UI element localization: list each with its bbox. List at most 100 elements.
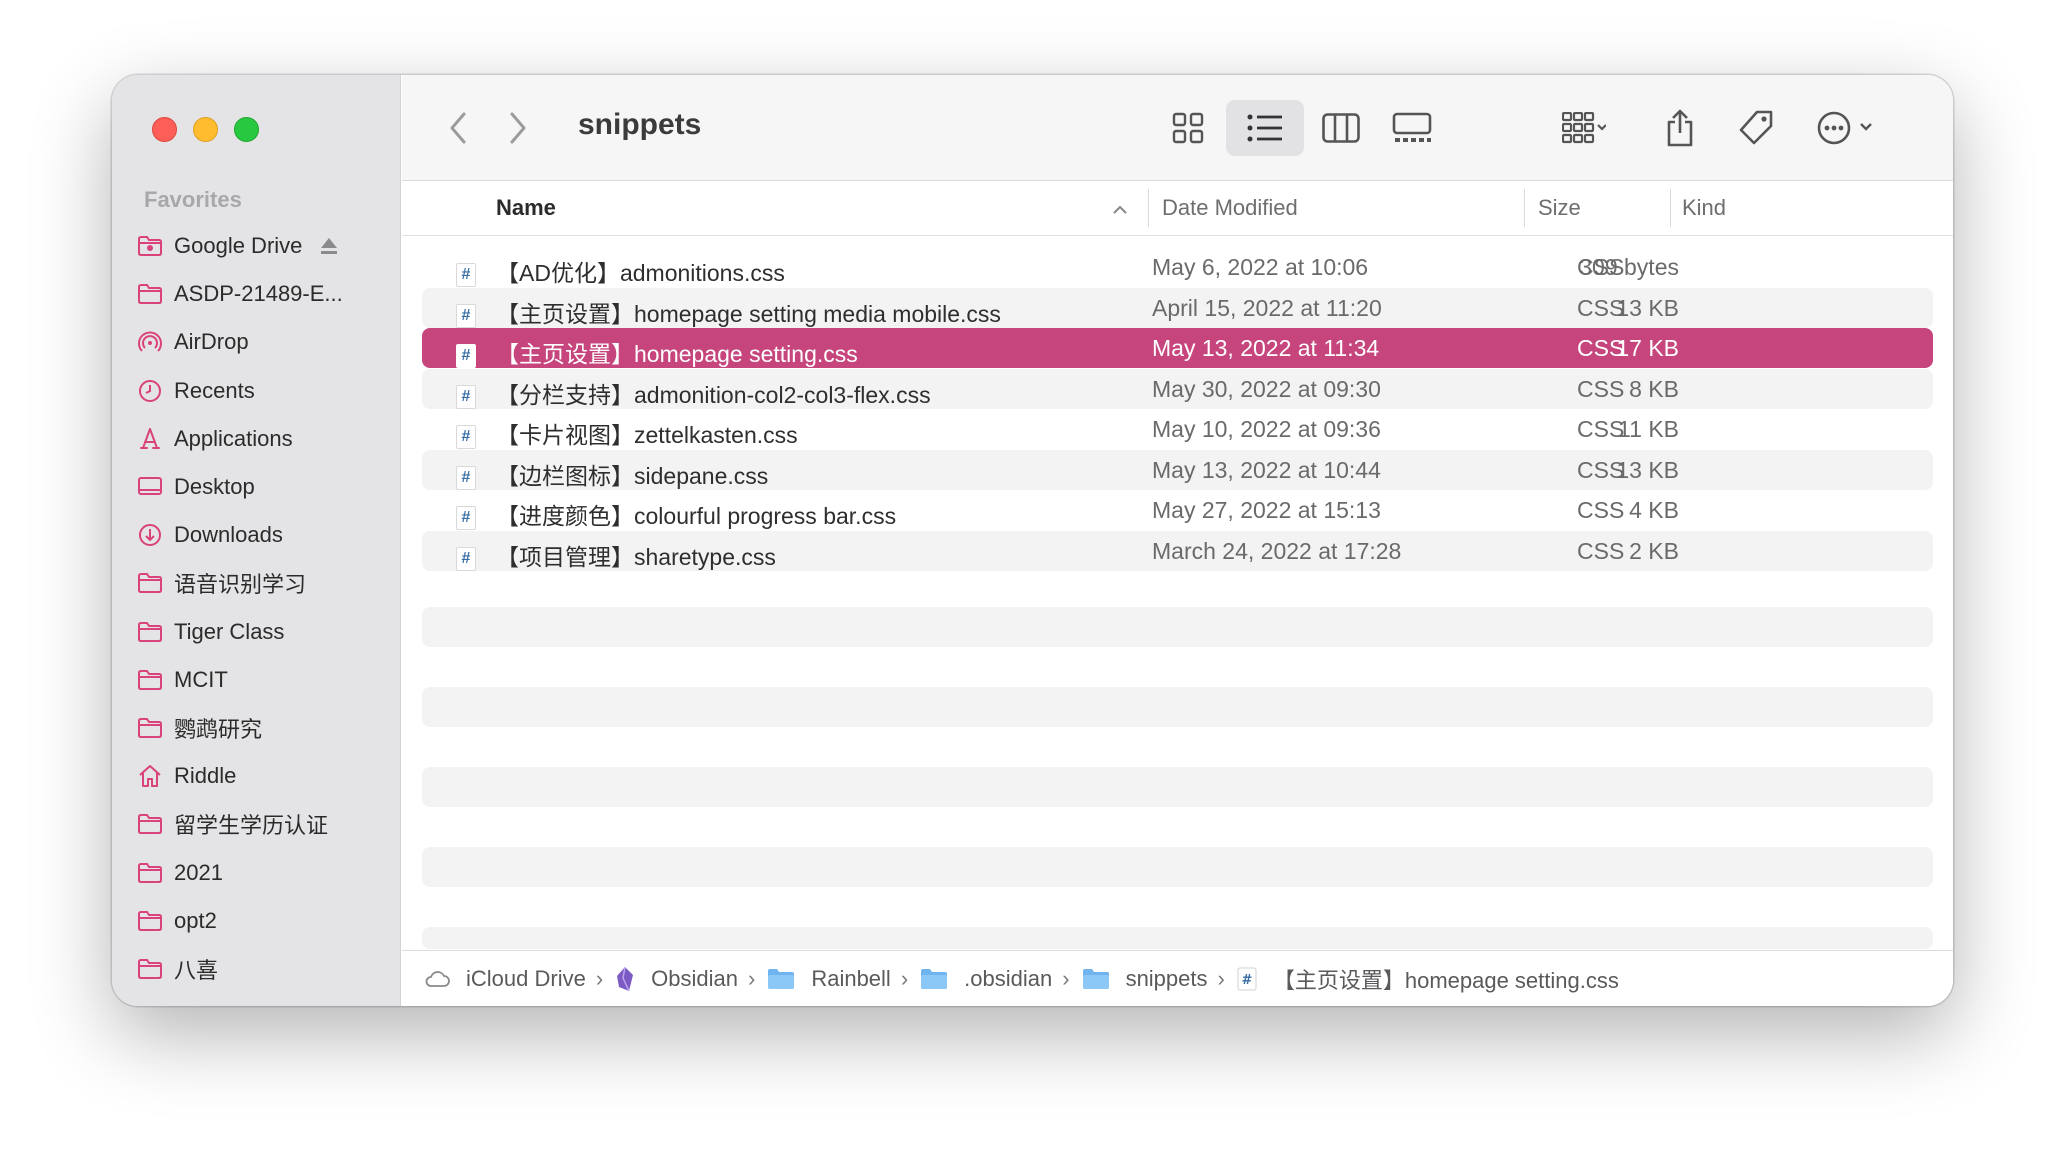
sidebar-item[interactable]: 2021 bbox=[136, 848, 386, 896]
sidebar-item[interactable]: Google Drive bbox=[136, 222, 386, 270]
css-file-icon: # bbox=[456, 499, 478, 530]
file-icon-glyph: # bbox=[456, 425, 476, 449]
icon-view-button[interactable] bbox=[1162, 108, 1214, 148]
column-separator[interactable] bbox=[1524, 189, 1525, 227]
file-date-modified: March 24, 2022 at 17:28 bbox=[1152, 537, 1402, 564]
sidebar-item[interactable]: 语音识别学习 bbox=[136, 559, 386, 607]
file-row[interactable]: # 【项目管理】sharetype.css March 24, 2022 at … bbox=[422, 530, 1933, 571]
gallery-view-button[interactable] bbox=[1382, 108, 1442, 148]
sidebar-item[interactable]: Recents bbox=[136, 367, 386, 415]
file-name: 【进度颜色】colourful progress bar.css bbox=[496, 503, 897, 529]
group-by-button[interactable] bbox=[1544, 108, 1624, 148]
chevron-right-icon: › bbox=[1062, 965, 1070, 991]
path-segment[interactable]: Obsidian bbox=[615, 966, 738, 992]
file-row[interactable]: # 【主页设置】homepage setting media mobile.cs… bbox=[422, 287, 1933, 328]
path-segment[interactable]: snippets bbox=[1082, 966, 1208, 992]
folder-icon bbox=[136, 569, 164, 597]
close-window-button[interactable] bbox=[152, 117, 177, 142]
column-size[interactable]: Size bbox=[1538, 195, 1581, 221]
forward-button[interactable] bbox=[500, 108, 536, 148]
path-segment[interactable]: # 【主页设置】homepage setting.css bbox=[1237, 963, 1619, 995]
folder-title: snippets bbox=[578, 108, 702, 141]
sidebar-item[interactable]: MCIT bbox=[136, 656, 386, 704]
applications-icon bbox=[136, 425, 164, 453]
share-button[interactable] bbox=[1658, 108, 1702, 148]
back-button[interactable] bbox=[440, 108, 476, 148]
file-row[interactable]: # 【主页设置】homepage setting.css May 13, 202… bbox=[422, 328, 1933, 368]
folder-icon bbox=[920, 968, 956, 990]
sidebar-item-label: Applications bbox=[174, 425, 293, 451]
path-segment[interactable]: .obsidian bbox=[920, 966, 1052, 992]
column-separator[interactable] bbox=[1670, 189, 1671, 227]
sidebar-item-label: 鹦鹉研究 bbox=[174, 716, 263, 742]
file-kind: CSS bbox=[1577, 294, 1625, 321]
zoom-window-button[interactable] bbox=[234, 117, 259, 142]
folder-icon bbox=[136, 810, 164, 838]
minimize-window-button[interactable] bbox=[193, 117, 218, 142]
file-name: 【AD优化】admonitions.css bbox=[496, 260, 785, 286]
chevron-right-icon: › bbox=[595, 965, 604, 991]
list-view-button[interactable] bbox=[1226, 100, 1304, 156]
empty-row-stripe bbox=[422, 607, 1933, 647]
file-icon-glyph: # bbox=[456, 303, 476, 328]
path-segment-label: 【主页设置】homepage setting.css bbox=[1272, 967, 1619, 993]
tags-button[interactable] bbox=[1734, 108, 1778, 148]
sidebar-item[interactable]: ASDP-21489-E... bbox=[136, 270, 386, 318]
file-row[interactable]: # 【AD优化】admonitions.css May 6, 2022 at 1… bbox=[422, 247, 1933, 287]
finder-window: Favorites Google Drive ASDP-21489-E... Air… bbox=[112, 75, 1953, 1006]
sidebar-item[interactable]: Downloads bbox=[136, 511, 386, 559]
file-row[interactable]: # 【卡片视图】zettelkasten.css May 10, 2022 at… bbox=[422, 409, 1933, 449]
chevron-right-icon bbox=[510, 112, 526, 144]
sidebar-item[interactable]: Desktop bbox=[136, 463, 386, 511]
folder-icon bbox=[1082, 968, 1118, 990]
share-icon bbox=[1667, 109, 1693, 147]
column-header: Name Date Modified Size Kind bbox=[402, 181, 1953, 236]
sidebar-item[interactable]: AirDrop bbox=[136, 318, 386, 366]
column-name[interactable]: Name bbox=[496, 195, 556, 221]
sidebar-item[interactable]: opt2 bbox=[136, 897, 386, 945]
file-row[interactable]: # 【边栏图标】sidepane.css May 13, 2022 at 10:… bbox=[422, 449, 1933, 490]
sort-ascending-icon[interactable] bbox=[1112, 205, 1128, 215]
file-size: 17 KB bbox=[1616, 335, 1679, 361]
file-kind: CSS bbox=[1577, 335, 1625, 361]
icloud-icon bbox=[424, 970, 458, 988]
sidebar-item[interactable]: Tiger Class bbox=[136, 608, 386, 656]
column-view-button[interactable] bbox=[1315, 108, 1367, 148]
folder-icon bbox=[136, 618, 164, 646]
file-row[interactable]: # 【进度颜色】colourful progress bar.css May 2… bbox=[422, 490, 1933, 530]
path-segment-label: Obsidian bbox=[651, 965, 738, 991]
list-icon bbox=[1247, 114, 1282, 142]
sidebar-item-label: MCIT bbox=[174, 666, 228, 692]
folder-icon bbox=[136, 714, 164, 742]
chevron-right-icon: › bbox=[748, 965, 756, 991]
path-segment[interactable]: iCloud Drive bbox=[424, 966, 586, 992]
sidebar-item[interactable]: 书店 bbox=[136, 993, 386, 1006]
sidebar-item[interactable]: Applications bbox=[136, 415, 386, 463]
file-icon-glyph: # bbox=[456, 263, 476, 287]
css-file-icon: # bbox=[456, 459, 478, 490]
eject-icon[interactable] bbox=[318, 235, 340, 257]
path-segment[interactable]: Rainbell bbox=[767, 966, 891, 992]
path-segment-label: snippets bbox=[1125, 965, 1208, 991]
column-separator[interactable] bbox=[1148, 189, 1149, 227]
sidebar: Favorites Google Drive ASDP-21489-E... Air… bbox=[112, 75, 401, 1006]
file-name: 【卡片视图】zettelkasten.css bbox=[496, 422, 798, 448]
sidebar-item[interactable]: 留学生学历认证 bbox=[136, 800, 386, 848]
column-date-modified[interactable]: Date Modified bbox=[1162, 195, 1298, 221]
window-controls bbox=[152, 117, 259, 142]
path-bar: iCloud Drive › Obsidian › Rainbell › .obsidian… bbox=[402, 950, 1953, 1006]
chevron-right-icon: › bbox=[900, 965, 909, 991]
sidebar-item[interactable]: 八喜 bbox=[136, 945, 386, 993]
file-kind: CSS bbox=[1577, 456, 1625, 483]
sidebar-item-label: opt2 bbox=[174, 907, 217, 933]
file-kind: CSS bbox=[1577, 375, 1625, 402]
sidebar-item[interactable]: Riddle bbox=[136, 752, 386, 800]
file-row[interactable]: # 【分栏支持】admonition-col2-col3-flex.css Ma… bbox=[422, 368, 1933, 409]
more-actions-button[interactable] bbox=[1810, 108, 1886, 148]
group-icon bbox=[1562, 112, 1606, 144]
gallery-icon bbox=[1392, 112, 1432, 142]
sidebar-item-label: Recents bbox=[174, 377, 255, 403]
sidebar-item[interactable]: 鹦鹉研究 bbox=[136, 704, 386, 752]
column-kind[interactable]: Kind bbox=[1682, 195, 1726, 221]
toolbar: snippets bbox=[402, 75, 1953, 181]
